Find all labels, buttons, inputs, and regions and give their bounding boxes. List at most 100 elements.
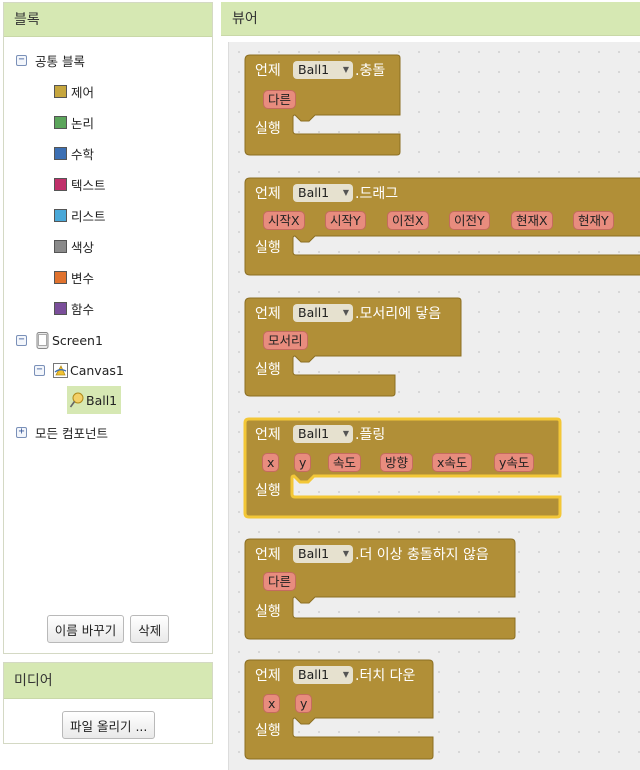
param-x[interactable]: x bbox=[262, 453, 280, 472]
lists-color-swatch-icon bbox=[54, 208, 67, 222]
event-block-collided[interactable]: 언제 Ball1 ▼ .충돌 다른 실행 bbox=[244, 54, 405, 157]
category-label: 리스트 bbox=[71, 208, 106, 224]
category-label: 함수 bbox=[71, 301, 95, 317]
param-x[interactable]: x bbox=[263, 694, 281, 713]
do-label: 실행 bbox=[255, 240, 281, 256]
param-prev-y[interactable]: 이전Y bbox=[449, 211, 490, 230]
param-other[interactable]: 다른 bbox=[263, 572, 297, 591]
param-y[interactable]: y bbox=[295, 694, 313, 713]
component-dropdown-label: Ball1 bbox=[298, 546, 330, 561]
do-label: 실행 bbox=[255, 121, 281, 137]
tree-item-screen1[interactable]: − Screen1 bbox=[16, 329, 103, 351]
event-block-dragged[interactable]: 언제 Ball1 ▼ .드래그 시작X 시작Y 이전X 이전Y 현재X 현재Y 실… bbox=[244, 177, 640, 276]
when-label: 언제 bbox=[255, 427, 281, 443]
dropdown-arrow-icon: ▼ bbox=[342, 308, 349, 317]
category-label: 변수 bbox=[71, 270, 95, 286]
collapse-toggle-icon[interactable]: − bbox=[34, 364, 45, 376]
tree-item-ball1[interactable]: Ball1 bbox=[67, 386, 122, 414]
param-current-y[interactable]: 현재Y bbox=[573, 211, 614, 230]
category-text[interactable]: 텍스트 bbox=[54, 173, 106, 195]
when-label: 언제 bbox=[255, 306, 281, 322]
category-lists[interactable]: 리스트 bbox=[54, 204, 106, 226]
when-label: 언제 bbox=[255, 547, 281, 563]
ball-icon bbox=[69, 392, 84, 407]
category-variables[interactable]: 변수 bbox=[54, 266, 94, 288]
do-label: 실행 bbox=[255, 362, 281, 378]
param-speed[interactable]: 속도 bbox=[328, 453, 362, 472]
blocks-workspace[interactable]: 언제 Ball1 ▼ .충돌 다른 실행 언제 Ball1 ▼ .드래그 시작X 시… bbox=[228, 42, 640, 770]
rename-button[interactable]: 이름 바꾸기 bbox=[46, 615, 125, 643]
tree-item-canvas1[interactable]: − Canvas1 bbox=[34, 359, 124, 381]
tree-item-builtin-label: 공통 블록 bbox=[35, 53, 85, 69]
category-label: 논리 bbox=[71, 115, 95, 131]
tree-item-canvas1-label: Canvas1 bbox=[70, 362, 124, 378]
control-color-swatch-icon bbox=[54, 84, 67, 98]
component-dropdown[interactable]: Ball1 ▼ bbox=[293, 425, 353, 443]
media-panel-title: 미디어 bbox=[4, 663, 212, 699]
param-y[interactable]: y bbox=[294, 453, 312, 472]
tree-item-ball1-label: Ball1 bbox=[86, 392, 118, 408]
component-dropdown[interactable]: Ball1 ▼ bbox=[293, 61, 353, 79]
event-block-touch-down[interactable]: 언제 Ball1 ▼ .터치 다운 x y 실행 bbox=[244, 659, 435, 760]
component-dropdown[interactable]: Ball1 ▼ bbox=[293, 184, 353, 202]
text-color-swatch-icon bbox=[54, 177, 67, 191]
dropdown-arrow-icon: ▼ bbox=[342, 670, 349, 679]
category-colors[interactable]: 색상 bbox=[54, 235, 94, 257]
component-dropdown[interactable]: Ball1 ▼ bbox=[293, 666, 353, 684]
category-label: 색상 bbox=[71, 239, 95, 255]
param-start-y[interactable]: 시작Y bbox=[325, 211, 366, 230]
category-logic[interactable]: 논리 bbox=[54, 111, 94, 133]
category-procedures[interactable]: 함수 bbox=[54, 297, 94, 319]
category-label: 제어 bbox=[71, 84, 95, 100]
param-prev-x[interactable]: 이전X bbox=[387, 211, 429, 230]
param-heading[interactable]: 방향 bbox=[380, 453, 414, 472]
tree-item-screen1-label: Screen1 bbox=[52, 332, 103, 348]
event-label: .충돌 bbox=[355, 63, 386, 79]
component-actions: 이름 바꾸기 삭제 bbox=[4, 615, 212, 643]
component-dropdown[interactable]: Ball1 ▼ bbox=[293, 304, 353, 322]
category-math[interactable]: 수학 bbox=[54, 142, 94, 164]
when-label: 언제 bbox=[255, 63, 281, 79]
event-label: .플링 bbox=[355, 427, 386, 443]
app-root: 블록 − 공통 블록 제어 논리 수학 텍스트 리스트 색상 변수 함수 − S… bbox=[0, 0, 640, 770]
expand-toggle-icon[interactable]: + bbox=[16, 426, 27, 438]
category-label: 수학 bbox=[71, 146, 95, 162]
collapse-toggle-icon[interactable]: − bbox=[16, 334, 27, 346]
param-y-velocity[interactable]: y속도 bbox=[494, 453, 535, 472]
collapse-toggle-icon[interactable]: − bbox=[16, 54, 27, 66]
tree-item-any-component-label: 모든 컴포넌트 bbox=[35, 425, 108, 441]
dropdown-arrow-icon: ▼ bbox=[342, 429, 349, 438]
viewer-title: 뷰어 bbox=[221, 2, 640, 36]
delete-button[interactable]: 삭제 bbox=[130, 615, 170, 643]
param-current-x[interactable]: 현재X bbox=[511, 211, 553, 230]
blocks-panel: 블록 − 공통 블록 제어 논리 수학 텍스트 리스트 색상 변수 함수 − S… bbox=[3, 2, 213, 654]
component-dropdown[interactable]: Ball1 ▼ bbox=[293, 545, 353, 563]
param-other[interactable]: 다른 bbox=[263, 90, 297, 109]
component-dropdown-label: Ball1 bbox=[298, 667, 330, 682]
event-block-flung[interactable]: 언제 Ball1 ▼ .플링 x y 속도 방향 x속도 y속도 실행 bbox=[243, 417, 564, 520]
component-dropdown-label: Ball1 bbox=[298, 185, 330, 200]
upload-file-button[interactable]: 파일 올리기 ... bbox=[62, 711, 156, 739]
when-label: 언제 bbox=[255, 668, 281, 684]
do-label: 실행 bbox=[255, 604, 281, 620]
dropdown-arrow-icon: ▼ bbox=[342, 188, 349, 197]
param-edge[interactable]: 모서리 bbox=[263, 331, 308, 350]
canvas-icon bbox=[53, 362, 68, 378]
tree-item-builtin[interactable]: − 공통 블록 bbox=[16, 49, 85, 71]
category-control[interactable]: 제어 bbox=[54, 80, 94, 102]
event-label: .드래그 bbox=[355, 186, 399, 202]
procedures-color-swatch-icon bbox=[54, 301, 67, 315]
do-label: 실행 bbox=[255, 723, 281, 739]
param-start-x[interactable]: 시작X bbox=[263, 211, 305, 230]
variables-color-swatch-icon bbox=[54, 270, 67, 284]
event-block-edge-reached[interactable]: 언제 Ball1 ▼ .모서리에 닿음 모서리 실행 bbox=[244, 297, 465, 398]
dropdown-arrow-icon: ▼ bbox=[342, 65, 349, 74]
colors-color-swatch-icon bbox=[54, 239, 67, 253]
param-x-velocity[interactable]: x속도 bbox=[432, 453, 473, 472]
event-block-no-longer-colliding[interactable]: 언제 Ball1 ▼ .더 이상 충돌하지 않음 다른 실행 bbox=[244, 538, 520, 641]
blocks-panel-title: 블록 bbox=[4, 3, 212, 37]
event-label: .모서리에 닿음 bbox=[355, 306, 442, 322]
logic-color-swatch-icon bbox=[54, 115, 67, 129]
category-label: 텍스트 bbox=[71, 177, 106, 193]
tree-item-any-component[interactable]: + 모든 컴포넌트 bbox=[16, 421, 108, 443]
